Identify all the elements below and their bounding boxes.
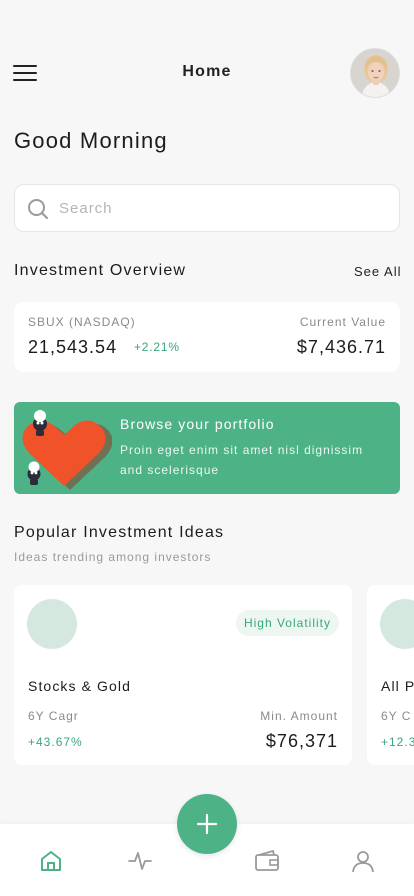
home-icon[interactable] — [38, 848, 64, 874]
idea-name: Stocks & Gold — [28, 678, 132, 694]
wallet-icon[interactable] — [254, 848, 280, 874]
heart-with-characters-illustration — [22, 410, 112, 490]
holding-symbol: SBUX (NASDAQ) — [28, 315, 136, 329]
popular-ideas-title: Popular Investment Ideas — [14, 524, 225, 541]
search-icon — [28, 199, 48, 219]
promo-title: Browse your portfolio — [120, 416, 275, 432]
browse-portfolio-banner[interactable]: Browse your portfolio Proin eget enim si… — [14, 402, 400, 494]
idea-card[interactable]: High Volatility Stocks & Gold 6Y Cagr +4… — [14, 585, 352, 765]
activity-icon[interactable] — [127, 848, 153, 874]
holding-change: +2.21% — [134, 340, 180, 354]
cagr-label: 6Y C — [381, 709, 412, 723]
volatility-badge: High Volatility — [235, 610, 339, 636]
idea-logo — [27, 599, 77, 649]
min-amount-label: Min. Amount — [260, 709, 338, 723]
add-button[interactable] — [177, 794, 237, 854]
current-value-label: Current Value — [299, 315, 386, 329]
popular-ideas-subtitle: Ideas trending among investors — [14, 550, 212, 564]
avatar[interactable] — [350, 48, 400, 98]
search-input[interactable] — [59, 185, 389, 231]
greeting-text: Good Morning — [14, 128, 168, 153]
min-amount-value: $76,371 — [265, 731, 338, 751]
header: Home — [0, 0, 414, 110]
cagr-value: +43.67% — [28, 735, 83, 749]
idea-logo — [380, 599, 414, 649]
search-bar[interactable] — [14, 184, 400, 232]
cagr-label: 6Y Cagr — [28, 709, 79, 723]
user-avatar-image — [351, 49, 399, 97]
investment-holding-card[interactable]: SBUX (NASDAQ) 21,543.54 +2.21% Current V… — [14, 302, 400, 372]
profile-icon[interactable] — [350, 848, 376, 874]
see-all-link[interactable]: See All — [354, 264, 401, 279]
investment-overview-title: Investment Overview — [14, 262, 187, 279]
cagr-value: +12.3 — [381, 735, 414, 749]
plus-icon — [196, 813, 218, 835]
promo-text: Proin eget enim sit amet nisl dignissim … — [120, 443, 364, 477]
idea-card[interactable]: All P 6Y C +12.3 — [367, 585, 414, 765]
idea-name: All P — [381, 678, 414, 694]
current-value: $7,436.71 — [296, 337, 386, 357]
holding-price: 21,543.54 — [28, 337, 118, 357]
